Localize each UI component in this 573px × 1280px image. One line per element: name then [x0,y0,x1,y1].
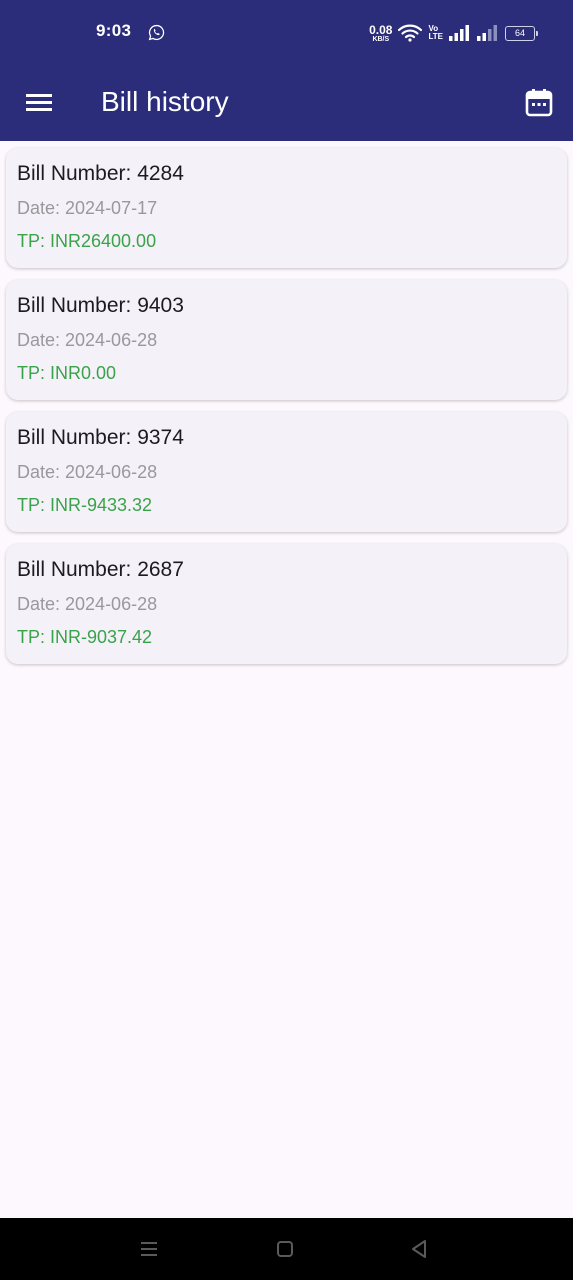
net-speed-unit: KB/S [372,35,390,43]
net-speed: 0.08 KB/S [369,24,392,43]
bill-list: Bill Number: 4284 Date: 2024-07-17 TP: I… [6,148,567,676]
wifi-icon [398,24,423,42]
app-bar: Bill history [0,64,573,141]
bill-card[interactable]: Bill Number: 2687 Date: 2024-06-28 TP: I… [6,544,567,664]
signal-icon-2 [477,25,497,41]
calendar-icon[interactable] [523,86,555,118]
bill-date: Date: 2024-06-28 [17,462,158,482]
bill-number: Bill Number: 9403 [17,294,184,317]
bill-date: Date: 2024-06-28 [17,594,158,614]
bill-total: TP: INR0.00 [17,363,117,383]
status-indicators: 0.08 KB/S Vo LTE 64 [369,22,538,44]
volte-bottom: LTE [428,32,443,41]
bill-total: TP: INR-9433.32 [17,495,153,515]
menu-icon[interactable] [21,84,57,120]
status-time: 9:03 [96,21,132,40]
status-bar: 9:03 0.08 KB/S Vo LTE 64 [0,0,573,64]
bill-card[interactable]: Bill Number: 9403 Date: 2024-06-28 TP: I… [6,280,567,400]
bill-number: Bill Number: 4284 [17,162,184,185]
recents-icon[interactable] [138,1238,160,1260]
bill-total: TP: INR26400.00 [17,231,157,251]
bill-date: Date: 2024-07-17 [17,198,158,218]
signal-icon [449,25,469,41]
bill-total: TP: INR-9037.42 [17,627,153,647]
whatsapp-icon [148,24,165,41]
system-nav-bar [0,1218,573,1280]
volte-indicator: Vo LTE [428,25,443,41]
back-icon[interactable] [408,1238,430,1260]
bill-card[interactable]: Bill Number: 9374 Date: 2024-06-28 TP: I… [6,412,567,532]
home-icon[interactable] [274,1238,296,1260]
battery-icon: 64 [505,25,538,41]
bill-card[interactable]: Bill Number: 4284 Date: 2024-07-17 TP: I… [6,148,567,268]
bill-number: Bill Number: 9374 [17,426,184,449]
bill-number: Bill Number: 2687 [17,558,184,581]
bill-date: Date: 2024-06-28 [17,330,158,350]
page-title: Bill history [101,86,229,117]
net-speed-value: 0.08 [369,22,393,37]
